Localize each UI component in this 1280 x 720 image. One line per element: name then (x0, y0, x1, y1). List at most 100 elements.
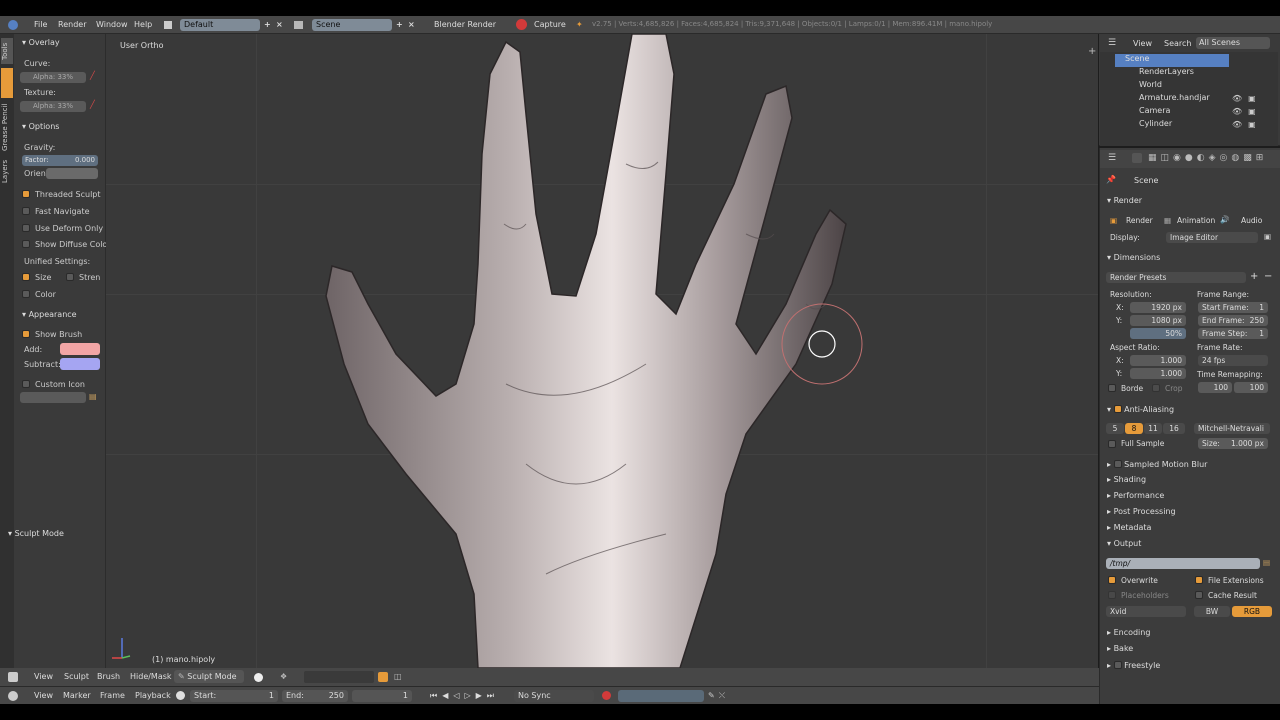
options-panel-header[interactable]: ▾ Options (22, 122, 59, 131)
curve-edit-icon[interactable]: ╱ (90, 71, 95, 80)
post-processing-panel-header[interactable]: ▸ Post Processing (1107, 507, 1176, 516)
menu-file[interactable]: File (34, 20, 47, 29)
strength-checkbox[interactable] (66, 273, 74, 281)
fps-select[interactable]: 24 fps (1198, 355, 1268, 366)
timeline-playback-menu[interactable]: Playback (135, 691, 171, 700)
capture-button[interactable]: Capture (534, 20, 566, 29)
pivot-icon[interactable]: ❖ (280, 672, 287, 681)
bake-panel-header[interactable]: ▸ Bake (1107, 644, 1133, 653)
threaded-sculpt-checkbox[interactable] (22, 190, 30, 198)
playback-controls[interactable]: ⏮◀◁▷▶⏭ (430, 691, 499, 701)
close-scene-icon[interactable]: × (408, 20, 415, 29)
render-panel-header[interactable]: ▾ Render (1107, 196, 1142, 205)
encoding-panel-header[interactable]: ▸ Encoding (1107, 628, 1150, 637)
menu-window[interactable]: Window (96, 20, 128, 29)
visibility-icons[interactable]: 👁▣ (1232, 94, 1262, 103)
custom-icon-field[interactable] (20, 392, 86, 403)
aa-filter-select[interactable]: Mitchell-Netravali (1194, 423, 1270, 434)
display-select[interactable]: Image Editor (1166, 232, 1258, 243)
context-tab-icons[interactable]: ▦◫◉●◐◈◎◍▩⊞ (1148, 153, 1267, 163)
folder-icon[interactable]: ▤ (89, 392, 97, 401)
shading-icon[interactable] (254, 673, 263, 682)
visibility-icons[interactable]: 👁▣ (1232, 107, 1262, 116)
menu-render[interactable]: Render (58, 20, 86, 29)
tab-tools[interactable]: Tools (1, 38, 13, 64)
output-folder-icon[interactable]: ▤ (1263, 558, 1270, 567)
audio-button[interactable]: Audio (1241, 216, 1262, 225)
auto-key-icon[interactable] (602, 691, 611, 700)
texture-edit-icon[interactable]: ╱ (90, 100, 95, 109)
3d-viewport[interactable]: User Ortho (1) mano.hipoly + (106, 34, 1098, 668)
resolution-percent-field[interactable]: 50% (1130, 328, 1186, 339)
close-layout-icon[interactable]: × (276, 20, 283, 29)
anti-aliasing-panel-header[interactable]: ▾ Anti-Aliasing (1107, 404, 1174, 414)
texture-alpha-field[interactable]: Alpha: 33% (20, 101, 86, 112)
output-path-field[interactable]: /tmp/ (1106, 558, 1260, 569)
scene-field[interactable]: Scene (312, 19, 392, 31)
deform-only-checkbox[interactable] (22, 224, 30, 232)
layout-field[interactable]: Default (180, 19, 260, 31)
motion-blur-panel-header[interactable]: ▸ Sampled Motion Blur (1107, 459, 1207, 469)
outliner-type-icon[interactable]: ☰ (1108, 38, 1116, 48)
outliner-view-menu[interactable]: View (1133, 39, 1152, 48)
remap-new-field[interactable]: 100 (1234, 382, 1268, 393)
visibility-icons[interactable]: 👁▣ (1232, 120, 1262, 129)
custom-icon-checkbox[interactable] (22, 380, 30, 388)
aa-5-button[interactable]: 5 (1106, 423, 1124, 434)
aa-11-button[interactable]: 11 (1144, 423, 1162, 434)
add-preset-icon[interactable]: + (1250, 271, 1258, 282)
orient-field[interactable] (46, 168, 98, 179)
layout-icon[interactable] (164, 21, 172, 29)
timeline-marker-menu[interactable]: Marker (63, 691, 91, 700)
end-frame-input[interactable]: End: 250 (282, 690, 348, 702)
preview-range-icon[interactable] (176, 691, 185, 700)
anti-aliasing-checkbox[interactable] (1113, 405, 1122, 413)
keyframe-icons[interactable]: ✎⤬ (708, 691, 729, 701)
add-scene-icon[interactable]: + (396, 20, 403, 29)
overlay-toggle-icon[interactable] (378, 672, 388, 682)
engine-select[interactable]: Blender Render (434, 20, 496, 29)
outliner-search-menu[interactable]: Search (1164, 39, 1191, 48)
menu-help[interactable]: Help (134, 20, 152, 29)
properties-type-icon[interactable]: ☰ (1108, 153, 1116, 163)
resolution-y-field[interactable]: 1080 px (1130, 315, 1186, 326)
outliner-filter-select[interactable]: All Scenes (1196, 37, 1270, 49)
timeline-frame-menu[interactable]: Frame (100, 691, 125, 700)
resolution-x-field[interactable]: 1920 px (1130, 302, 1186, 313)
render-tab-icon[interactable] (1132, 153, 1142, 163)
3d-sculpt-menu[interactable]: Sculpt (64, 672, 89, 681)
freestyle-checkbox[interactable] (1113, 661, 1122, 669)
pin-icon[interactable]: 📌 (1106, 175, 1116, 184)
aspect-x-field[interactable]: 1.000 (1130, 355, 1186, 366)
placeholders-checkbox[interactable] (1108, 591, 1116, 599)
motion-blur-checkbox[interactable] (1113, 460, 1122, 468)
expand-panel-icon[interactable]: + (1088, 46, 1096, 57)
layer-buttons[interactable] (304, 671, 374, 683)
output-panel-header[interactable]: ▾ Output (1107, 539, 1141, 548)
lock-icon[interactable]: ▣ (1264, 232, 1271, 241)
sync-select[interactable]: No Sync (514, 690, 594, 702)
fast-navigate-checkbox[interactable] (22, 207, 30, 215)
subtract-color-swatch[interactable] (60, 358, 100, 370)
aspect-y-field[interactable]: 1.000 (1130, 368, 1186, 379)
aa-8-button[interactable]: 8 (1125, 423, 1143, 434)
codec-select[interactable]: Xvid (1106, 606, 1186, 617)
keying-set-field[interactable] (618, 690, 704, 702)
full-sample-checkbox[interactable] (1108, 440, 1116, 448)
render-presets-select[interactable]: Render Presets (1106, 272, 1246, 283)
remove-preset-icon[interactable]: − (1264, 271, 1272, 282)
current-frame-input[interactable]: 1 (352, 690, 412, 702)
performance-panel-header[interactable]: ▸ Performance (1107, 491, 1164, 500)
size-checkbox[interactable] (22, 273, 30, 281)
add-color-swatch[interactable] (60, 343, 100, 355)
start-frame-input[interactable]: Start: 1 (190, 690, 278, 702)
freestyle-panel-header[interactable]: ▸ Freestyle (1107, 660, 1160, 670)
3d-view-menu[interactable]: View (34, 672, 53, 681)
end-frame-field[interactable]: End Frame: 250 (1198, 315, 1268, 326)
tab-grease-pencil[interactable]: Grease Pencil (1, 102, 13, 152)
timeline-view-menu[interactable]: View (34, 691, 53, 700)
overlay-panel-header[interactable]: ▾ Overlay (22, 38, 60, 47)
rgb-button[interactable]: RGB (1232, 606, 1272, 617)
outliner-item-renderlayers[interactable]: RenderLayers (1115, 67, 1275, 80)
3d-brush-menu[interactable]: Brush (97, 672, 120, 681)
